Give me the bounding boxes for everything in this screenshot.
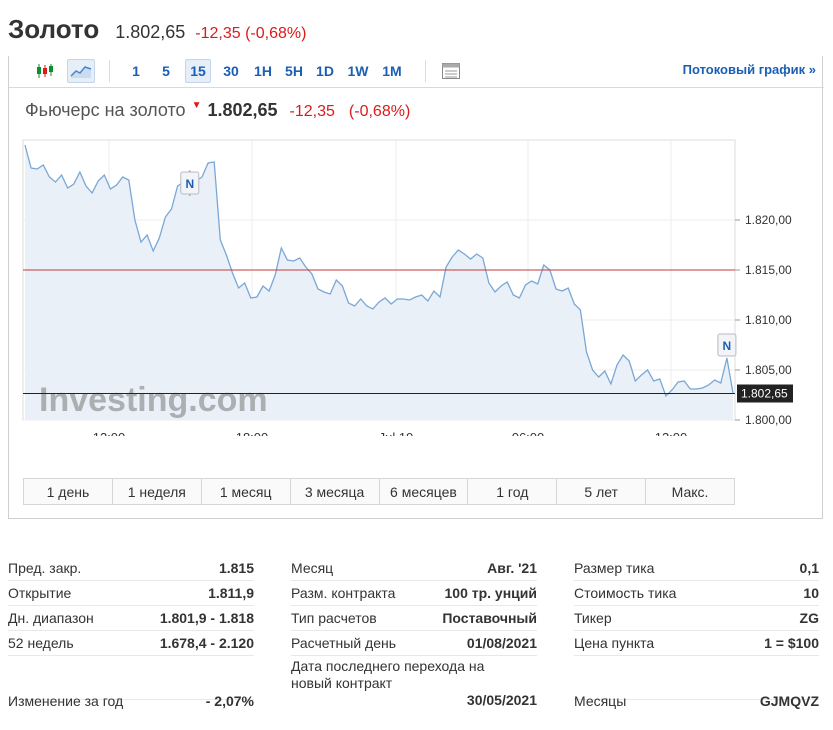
investing-watermark-logo: Investing.com xyxy=(39,381,268,419)
toolbar-divider xyxy=(425,60,426,82)
stat-value: 1.811,9 xyxy=(208,585,254,601)
period-selector: 1 день 1 неделя 1 месяц 3 месяца 6 месяц… xyxy=(23,478,735,505)
y-tick-label: 1.810,00 xyxy=(745,313,792,327)
stats-column-1: Пред. закр. 1.815 Открытие 1.811,9 Дн. диа… xyxy=(8,556,254,709)
interval-1w[interactable]: 1W xyxy=(344,59,372,83)
interval-1m[interactable]: 1M xyxy=(378,59,406,83)
period-3-months[interactable]: 3 месяца xyxy=(291,479,380,504)
stat-label: Цена пункта xyxy=(574,635,655,651)
stat-value: 1 = $100 xyxy=(764,635,819,651)
area-chart-icon[interactable] xyxy=(67,59,95,83)
stat-label: Месяцы xyxy=(574,693,627,709)
stat-row: Дата последнего перехода на новый контра… xyxy=(291,656,537,712)
stat-value: 100 тр. унций xyxy=(444,585,538,601)
stats-column-2: Месяц Авг. '21 Разм. контракта 100 тр. унц… xyxy=(291,556,537,712)
stat-label: Изменение за год xyxy=(8,693,124,709)
period-6-months[interactable]: 6 месяцев xyxy=(380,479,469,504)
stat-row: Расчетный день 01/08/2021 xyxy=(291,631,537,656)
stat-row: Стоимость тика 10 xyxy=(574,581,819,606)
news-marker-label: N xyxy=(185,177,194,191)
x-tick-label: 06:00 xyxy=(512,430,545,436)
stat-row: Тикер ZG xyxy=(574,606,819,631)
price-chart[interactable]: 12:00 18:00 Jul 19 06:00 12:00 1.820,00 1.815,… xyxy=(9,126,824,436)
table-view-icon[interactable] xyxy=(437,59,465,83)
period-max[interactable]: Макс. xyxy=(646,479,734,504)
stat-value: GJMQVZ xyxy=(759,693,819,709)
current-price-label: 1.802,65 xyxy=(741,387,788,401)
interval-1d[interactable]: 1D xyxy=(313,59,337,83)
period-1-day[interactable]: 1 день xyxy=(24,479,113,504)
y-tick-label: 1.820,00 xyxy=(745,213,792,227)
stat-row: Открытие 1.811,9 xyxy=(8,581,254,606)
stat-label: Дн. диапазон xyxy=(8,610,94,626)
interval-1[interactable]: 1 xyxy=(127,59,145,83)
stat-label: Открытие xyxy=(8,585,72,601)
stat-value: 1.678,4 - 2.120 xyxy=(159,635,254,651)
stat-label: Стоимость тика xyxy=(574,585,677,601)
period-1-year[interactable]: 1 год xyxy=(468,479,558,504)
candlestick-icon[interactable] xyxy=(31,59,59,83)
stat-row: Тип расчетов Поставочный xyxy=(291,606,537,631)
interval-1h[interactable]: 1H xyxy=(251,59,275,83)
stat-row: Месяцы GJMQVZ xyxy=(574,686,819,716)
stat-row: Разм. контракта 100 тр. унций xyxy=(291,581,537,606)
stat-label: Пред. закр. xyxy=(8,560,82,576)
stat-label: Расчетный день xyxy=(291,635,397,651)
news-marker-label: N xyxy=(723,339,732,353)
chart-price: 1.802,65 xyxy=(207,100,278,120)
stat-label: Размер тика xyxy=(574,560,655,576)
chart-change-percent: (-0,68%) xyxy=(348,103,411,120)
chart-instrument-name: Фьючерс на золото xyxy=(25,100,186,120)
instrument-title: Золото xyxy=(8,14,100,44)
stat-value: Авг. '21 xyxy=(487,560,537,576)
stat-row: Цена пункта 1 = $100 xyxy=(574,631,819,656)
stat-value: 1.815 xyxy=(218,560,254,576)
stat-value: 10 xyxy=(803,585,819,601)
stat-row: Месяц Авг. '21 xyxy=(291,556,537,581)
stat-row: Пред. закр. 1.815 xyxy=(8,556,254,581)
interval-5h[interactable]: 5H xyxy=(282,59,306,83)
chart-title: Фьючерс на золото ▼ 1.802,65 -12,35 (-0,… xyxy=(25,100,410,121)
period-1-week[interactable]: 1 неделя xyxy=(113,479,202,504)
stat-label: Дата последнего перехода на новый контра… xyxy=(291,658,485,691)
stat-value: Поставочный xyxy=(442,610,537,626)
instrument-header: Золото 1.802,65 -12,35 (-0,68%) xyxy=(8,14,306,48)
stat-label: 52 недель xyxy=(8,635,74,651)
period-1-month[interactable]: 1 месяц xyxy=(202,479,291,504)
interval-15[interactable]: 15 xyxy=(185,59,211,83)
chart-panel: 1 5 15 30 1H 5H 1D 1W 1M Потоковый графи… xyxy=(8,56,824,519)
stats-column-3: Размер тика 0,1 Стоимость тика 10 Тикер ZG … xyxy=(574,556,819,709)
stat-label: Месяц xyxy=(291,560,334,576)
period-5-years[interactable]: 5 лет xyxy=(557,479,647,504)
interval-30[interactable]: 30 xyxy=(219,59,243,83)
stat-label: Тип расчетов xyxy=(291,610,377,626)
stat-value: 01/08/2021 xyxy=(466,635,537,651)
stat-row: Размер тика 0,1 xyxy=(574,556,819,581)
stat-value: 0,1 xyxy=(799,560,819,576)
toolbar-divider xyxy=(109,60,110,82)
y-tick-label: 1.815,00 xyxy=(745,263,792,277)
y-tick-label: 1.805,00 xyxy=(745,363,792,377)
x-tick-label: Jul 19 xyxy=(379,430,414,436)
stat-value: ZG xyxy=(799,610,819,626)
stat-row: 52 недель 1.678,4 - 2.120 xyxy=(8,631,254,656)
instrument-price: 1.802,65 xyxy=(115,22,186,42)
x-tick-label: 18:00 xyxy=(236,430,269,436)
chart-toolbar: 1 5 15 30 1H 5H 1D 1W 1M Потоковый графи… xyxy=(9,56,824,88)
y-tick-label: 1.800,00 xyxy=(745,413,792,427)
stat-label: Тикер xyxy=(574,610,612,626)
chart-change: -12,35 xyxy=(289,103,335,120)
stat-row: Изменение за год - 2,07% xyxy=(8,686,254,716)
streaming-chart-link[interactable]: Потоковый график » xyxy=(683,62,816,77)
instrument-change: -12,35 (-0,68%) xyxy=(195,25,307,42)
interval-5[interactable]: 5 xyxy=(157,59,175,83)
stat-value: 30/05/2021 xyxy=(466,692,537,708)
stat-value: 1.801,9 - 1.818 xyxy=(159,610,254,626)
stat-value: - 2,07% xyxy=(205,693,254,709)
x-tick-label: 12:00 xyxy=(655,430,688,436)
x-tick-label: 12:00 xyxy=(93,430,126,436)
down-arrow-icon: ▼ xyxy=(191,100,202,111)
stat-row: Дн. диапазон 1.801,9 - 1.818 xyxy=(8,606,254,631)
stat-label: Разм. контракта xyxy=(291,585,396,601)
